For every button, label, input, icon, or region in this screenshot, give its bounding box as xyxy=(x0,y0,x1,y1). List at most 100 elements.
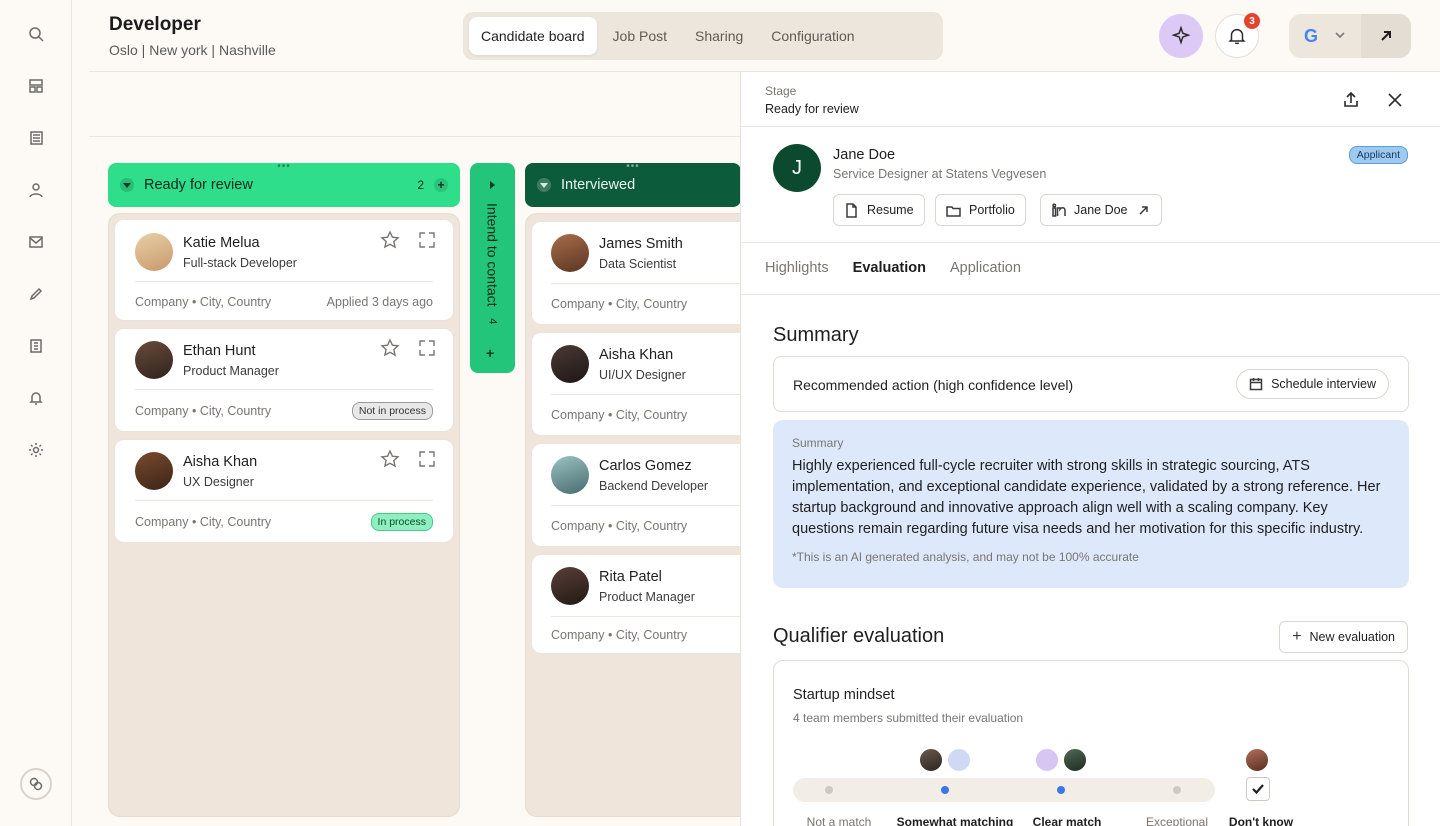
avatar xyxy=(551,567,589,605)
candidate-name: Carlos Gomez xyxy=(599,458,692,474)
evaluation-scale-track[interactable] xyxy=(793,778,1215,802)
scale-point[interactable] xyxy=(1173,786,1181,794)
candidate-name: Aisha Khan xyxy=(183,454,258,470)
recommended-action-row: Recommended action (high confidence leve… xyxy=(773,356,1409,412)
gear-icon[interactable] xyxy=(26,440,46,460)
resume-button[interactable]: Resume xyxy=(833,194,925,226)
evaluator-avatar xyxy=(1244,747,1270,773)
scale-label: Exceptional xyxy=(1145,815,1209,826)
avatar xyxy=(135,233,173,271)
candidate-location: Company • City, Country xyxy=(551,297,688,311)
expand-icon[interactable] xyxy=(417,230,437,250)
column-collapsed-intend-to-contact[interactable]: Intend to contact 4 + xyxy=(470,163,515,373)
ai-sparkle-button[interactable] xyxy=(1159,14,1203,58)
summary-text: Highly experienced full-cycle recruiter … xyxy=(792,458,1381,537)
user-icon[interactable] xyxy=(26,180,46,200)
building-icon[interactable] xyxy=(26,336,46,356)
mail-icon[interactable] xyxy=(26,232,46,252)
scale-point-selected[interactable] xyxy=(941,786,949,794)
stage-value[interactable]: Ready for review xyxy=(765,102,859,116)
toolbar-divider xyxy=(89,136,741,137)
tab-sharing[interactable]: Sharing xyxy=(683,17,755,55)
candidate-card[interactable]: Katie Melua Full-stack Developer Company… xyxy=(114,219,454,321)
page-header: Developer Oslo | New york | Nashville Ca… xyxy=(89,0,1440,72)
expand-column-icon[interactable] xyxy=(486,179,498,191)
add-candidate-icon[interactable]: + xyxy=(486,345,494,361)
candidate-role: UX Designer xyxy=(183,475,254,489)
tab-evaluation[interactable]: Evaluation xyxy=(853,260,926,276)
pen-icon[interactable] xyxy=(26,284,46,304)
collapse-icon[interactable] xyxy=(120,178,134,192)
tab-highlights[interactable]: Highlights xyxy=(765,260,829,276)
ai-disclaimer: *This is an AI generated analysis, and m… xyxy=(792,550,1139,564)
candidate-name: Aisha Khan xyxy=(599,347,674,363)
tab-candidate-board[interactable]: Candidate board xyxy=(469,17,597,55)
candidate-role: Data Scientist xyxy=(599,257,677,271)
card-divider xyxy=(135,281,433,282)
add-candidate-icon[interactable]: + xyxy=(434,178,448,192)
qualifier-card: Startup mindset 4 team members submitted… xyxy=(773,660,1409,826)
candidate-role: Full-stack Developer xyxy=(183,256,297,270)
new-evaluation-button[interactable]: + New evaluation xyxy=(1279,621,1408,653)
candidate-card[interactable]: Rita Patel Product Manager Company • Cit… xyxy=(531,554,741,654)
candidate-name: Rita Patel xyxy=(599,569,662,585)
stage-label: Stage xyxy=(765,84,797,98)
star-icon[interactable] xyxy=(380,338,400,358)
candidate-card[interactable]: James Smith Data Scientist Company • Cit… xyxy=(531,221,741,325)
candidate-location: Company • City, Country xyxy=(551,519,688,533)
portfolio-button[interactable]: Portfolio xyxy=(935,194,1026,226)
candidate-card[interactable]: Carlos Gomez Backend Developer Company •… xyxy=(531,443,741,547)
star-icon[interactable] xyxy=(380,449,400,469)
list-icon[interactable] xyxy=(26,128,46,148)
sparkle-icon xyxy=(1171,25,1191,45)
share-icon[interactable] xyxy=(1341,90,1361,110)
notifications-button[interactable]: 3 xyxy=(1215,13,1260,58)
layout-icon[interactable] xyxy=(26,76,46,96)
tab-application[interactable]: Application xyxy=(950,260,1021,276)
close-icon[interactable] xyxy=(1385,90,1405,110)
expand-icon[interactable] xyxy=(417,449,437,469)
column-header-ready-for-review[interactable]: ••• Ready for review 2 + xyxy=(108,162,460,207)
notification-count-badge: 3 xyxy=(1244,13,1260,29)
account-menu[interactable]: G xyxy=(1289,14,1411,58)
workspace-switcher-icon[interactable] xyxy=(20,768,52,800)
arrow-up-right-icon xyxy=(1138,205,1148,215)
candidate-card[interactable]: Aisha Khan UI/UX Designer Company • City… xyxy=(531,332,741,436)
candidate-name: Jane Doe xyxy=(833,147,896,163)
schedule-interview-button[interactable]: Schedule interview xyxy=(1236,369,1389,399)
avatar xyxy=(551,234,589,272)
scale-point[interactable] xyxy=(825,786,833,794)
candidate-location: Company • City, Country xyxy=(551,408,688,422)
drag-handle-icon[interactable]: ••• xyxy=(626,162,640,172)
star-icon[interactable] xyxy=(380,230,400,250)
open-external-button[interactable] xyxy=(1361,14,1411,58)
divider xyxy=(741,242,1440,243)
candidate-name: James Smith xyxy=(599,236,683,252)
bell-icon[interactable] xyxy=(26,388,46,408)
card-divider xyxy=(551,394,741,395)
evaluator-avatar xyxy=(946,747,972,773)
avatar xyxy=(551,456,589,494)
linkedin-button[interactable]: Jane Doe xyxy=(1040,194,1162,226)
plus-icon: + xyxy=(1292,628,1302,645)
candidate-card[interactable]: Ethan Hunt Product Manager Company • Cit… xyxy=(114,328,454,432)
page-title: Developer xyxy=(109,14,201,35)
candidate-location: Company • City, Country xyxy=(551,628,688,642)
dont-know-checkbox[interactable] xyxy=(1246,777,1270,801)
tab-job-post[interactable]: Job Post xyxy=(601,17,679,55)
scale-point-selected[interactable] xyxy=(1057,786,1065,794)
drag-handle-icon[interactable]: ••• xyxy=(277,162,291,172)
collapse-icon[interactable] xyxy=(537,178,551,192)
qualifier-title: Startup mindset xyxy=(793,687,895,703)
expand-icon[interactable] xyxy=(417,338,437,358)
candidate-avatar: J xyxy=(773,144,821,192)
card-divider xyxy=(551,283,741,284)
candidate-card[interactable]: Aisha Khan UX Designer Company • City, C… xyxy=(114,439,454,543)
evaluator-avatar xyxy=(1062,747,1088,773)
chevron-down-icon xyxy=(1333,28,1349,44)
column-header-interviewed[interactable]: ••• Interviewed xyxy=(525,162,741,207)
status-badge: In process xyxy=(370,513,433,531)
detail-tabs: Highlights Evaluation Application xyxy=(765,260,1021,276)
search-icon[interactable] xyxy=(26,24,46,44)
tab-configuration[interactable]: Configuration xyxy=(759,17,866,55)
